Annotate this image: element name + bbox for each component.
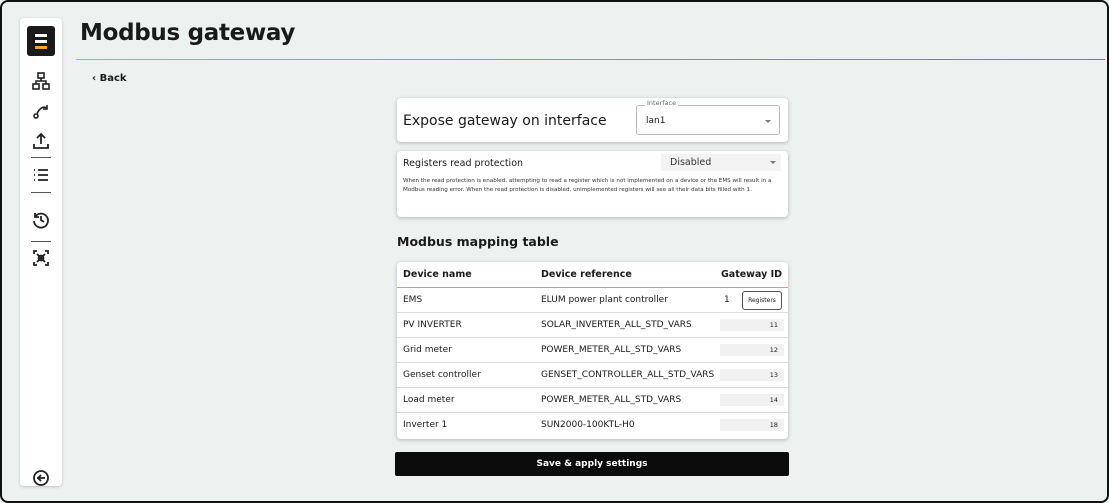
scan-icon[interactable] xyxy=(20,245,62,271)
device-name: PV INVERTER xyxy=(403,320,462,330)
gateway-id-input[interactable]: 12 xyxy=(720,344,784,356)
read-protection-select[interactable]: Disabled xyxy=(661,154,781,171)
logout-icon[interactable] xyxy=(20,465,62,491)
logo xyxy=(27,26,55,56)
table-row: Grid meter POWER_METER_ALL_STD_VARS 12 xyxy=(397,338,788,363)
gateway-id: 14 xyxy=(769,396,778,404)
device-reference: POWER_METER_ALL_STD_VARS xyxy=(541,395,682,405)
gateway-id-input[interactable]: 14 xyxy=(720,394,784,406)
sidebar-divider xyxy=(31,157,51,158)
chevron-down-icon xyxy=(770,161,776,164)
table-row: PV INVERTER SOLAR_INVERTER_ALL_STD_VARS … xyxy=(397,313,788,338)
gateway-interface-label: Expose gateway on interface xyxy=(403,113,607,129)
device-name: Genset controller xyxy=(403,370,481,380)
read-protection-label: Registers read protection xyxy=(403,158,524,169)
device-reference: POWER_METER_ALL_STD_VARS xyxy=(541,345,682,355)
interface-value: lan1 xyxy=(646,116,666,126)
device-name: Load meter xyxy=(403,395,455,405)
column-header-gateway-id: Gateway ID xyxy=(720,269,782,280)
gateway-id-input[interactable]: 11 xyxy=(720,319,784,331)
mapping-table: Device name Device reference Gateway ID … xyxy=(397,262,788,439)
device-reference: ELUM power plant controller xyxy=(541,295,668,305)
mapping-table-title: Modbus mapping table xyxy=(397,234,559,249)
read-protection-value: Disabled xyxy=(670,157,712,168)
sidebar xyxy=(20,18,62,486)
gateway-id: 13 xyxy=(769,371,778,379)
table-row: EMS ELUM power plant controller 1 Regist… xyxy=(397,288,788,313)
gateway-id: 12 xyxy=(769,346,778,354)
gateway-interface-card: Expose gateway on interface Interface la… xyxy=(397,98,788,142)
gateway-id: 18 xyxy=(769,421,778,429)
device-reference: GENSET_CONTROLLER_ALL_STD_VARS xyxy=(541,370,715,380)
save-apply-button[interactable]: Save & apply settings xyxy=(395,452,789,476)
registers-button[interactable]: Registers xyxy=(742,291,782,310)
title-underline xyxy=(76,59,1105,60)
column-header-device-reference: Device reference xyxy=(541,269,632,280)
back-label: Back xyxy=(99,73,127,84)
chevron-down-icon xyxy=(765,120,771,123)
device-reference: SOLAR_INVERTER_ALL_STD_VARS xyxy=(541,320,692,330)
table-header: Device name Device reference Gateway ID xyxy=(397,262,788,288)
route-icon[interactable] xyxy=(20,98,62,124)
sidebar-divider xyxy=(31,192,51,193)
upload-icon[interactable] xyxy=(20,128,62,154)
device-name: EMS xyxy=(403,295,423,305)
read-protection-description: When the read protection is enabled, att… xyxy=(403,178,772,193)
column-header-device-name: Device name xyxy=(403,269,472,280)
gateway-id: 1 xyxy=(724,295,730,305)
table-row: Genset controller 13 GENSET_CONTROLLER_A… xyxy=(397,363,788,388)
gateway-id: 11 xyxy=(769,321,778,329)
back-link[interactable]: ‹ Back xyxy=(92,73,127,84)
read-protection-card: Registers read protection Disabled When … xyxy=(397,151,788,217)
device-reference: SUN2000-100KTL-H0 xyxy=(541,420,635,430)
device-name: Grid meter xyxy=(403,345,452,355)
interface-select[interactable]: Interface lan1 xyxy=(636,99,780,135)
device-name: Inverter 1 xyxy=(403,420,448,430)
page-title: Modbus gateway xyxy=(80,20,296,46)
list-icon[interactable] xyxy=(20,162,62,188)
table-row: Load meter POWER_METER_ALL_STD_VARS 14 xyxy=(397,388,788,413)
history-icon[interactable] xyxy=(20,207,62,233)
sidebar-divider xyxy=(31,241,51,242)
interface-legend: Interface xyxy=(645,99,679,107)
network-icon[interactable] xyxy=(20,68,62,94)
table-row: Inverter 1 SUN2000-100KTL-H0 18 xyxy=(397,413,788,438)
gateway-id-input[interactable]: 18 xyxy=(720,419,784,431)
gateway-id-input[interactable]: 13 xyxy=(720,369,784,381)
app-frame: Modbus gateway ‹ Back Expose gateway on … xyxy=(0,0,1109,503)
